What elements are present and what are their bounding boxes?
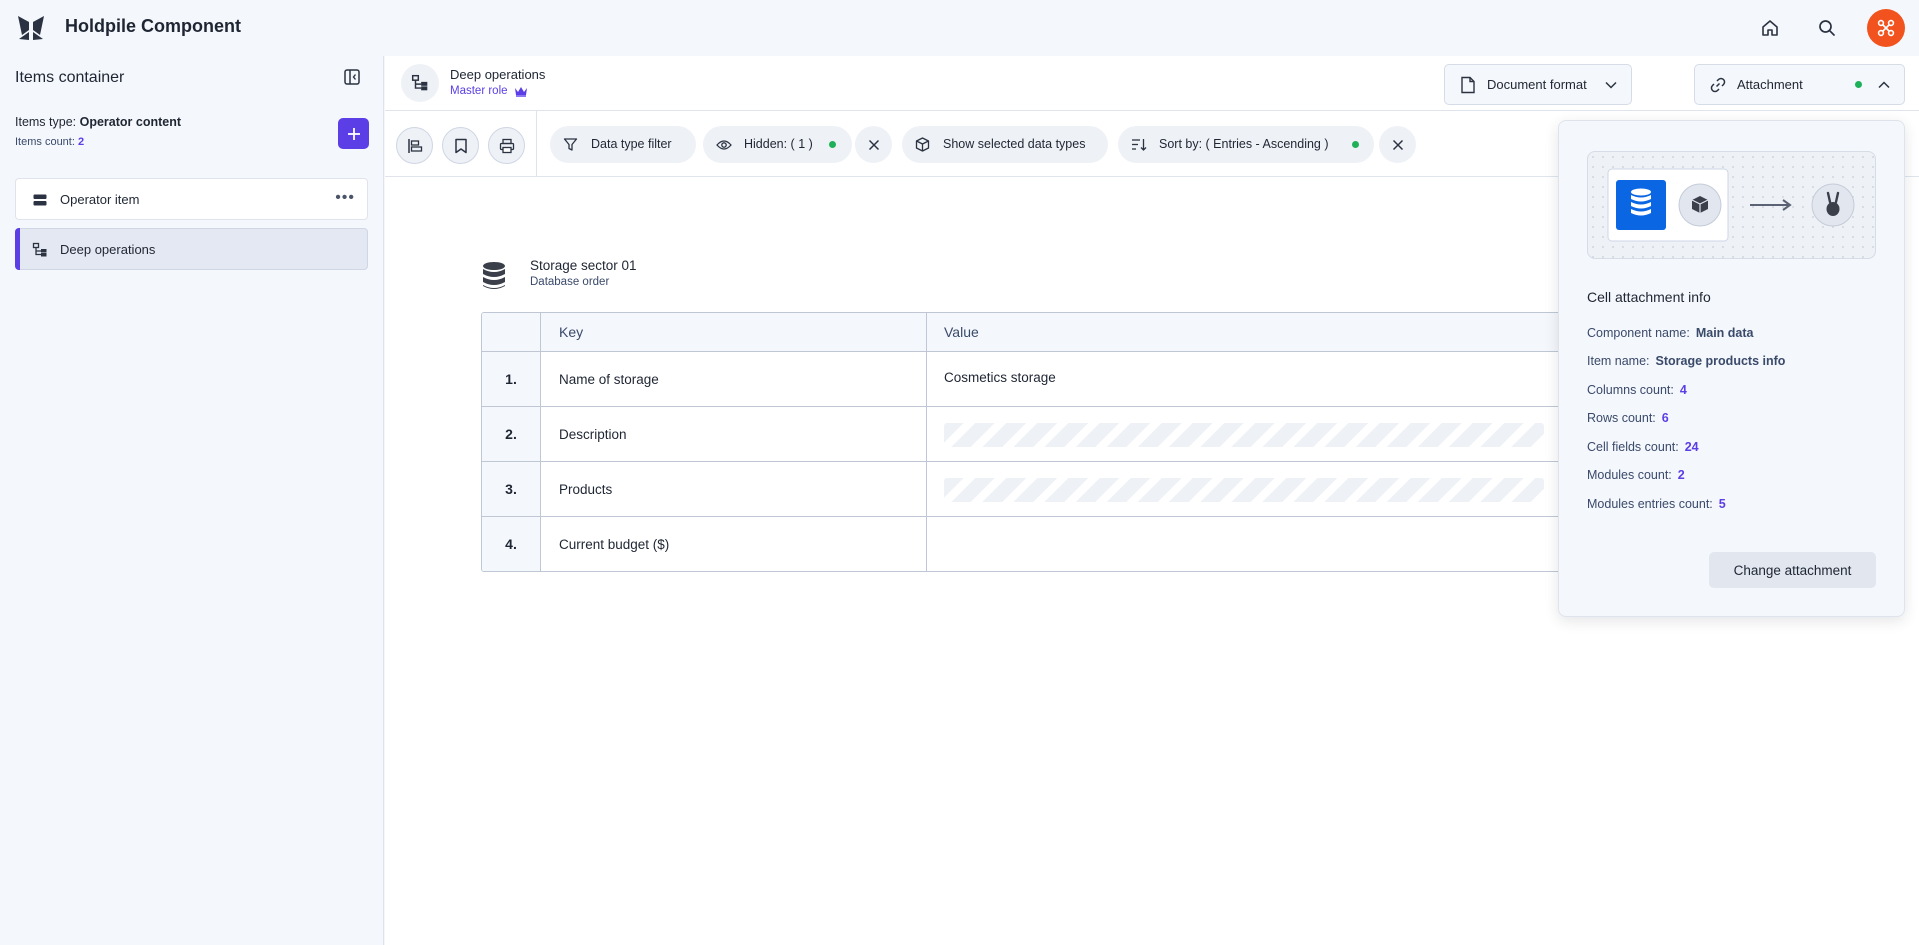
component-name-value: Main data (1695, 326, 1754, 340)
sidebar-title: Items container (15, 69, 125, 86)
sidebar-item-operator-item[interactable]: Operator item ••• (15, 178, 368, 220)
modules-count-value: 2 (1677, 468, 1685, 482)
top-bar: Holdpile Component (0, 0, 1919, 56)
chevron-up-icon (1876, 77, 1892, 93)
sort-by-chip[interactable]: Sort by: ( Entries - Ascending ) (1118, 126, 1374, 163)
row-index: 1. (505, 371, 517, 387)
butterfly-logo-icon[interactable] (16, 13, 46, 43)
item-name-row: Item name: Storage products info (1587, 354, 1786, 368)
items-type-value: Operator content (79, 115, 182, 129)
align-button[interactable] (396, 127, 433, 164)
filter-icon (562, 136, 579, 153)
print-button[interactable] (488, 127, 525, 164)
status-dot (829, 141, 836, 148)
attachment-popover: Cell attachment info Component name: Main… (1558, 120, 1905, 617)
sidebar-item-label: Deep operations (60, 242, 156, 257)
popover-title: Cell attachment info (1587, 289, 1711, 305)
hidden-items-chip[interactable]: Hidden: ( 1 ) (703, 126, 852, 163)
component-name-row: Component name: Main data (1587, 326, 1754, 340)
hierarchy-icon (31, 241, 49, 259)
plus-icon (347, 127, 360, 140)
hierarchy-icon (401, 64, 439, 102)
cube-icon (914, 136, 931, 153)
crown-icon (514, 86, 527, 97)
more-options-icon[interactable]: ••• (335, 189, 355, 207)
storage-subtitle: Database order (530, 276, 610, 288)
modules-entries-count-value: 5 (1718, 497, 1726, 511)
collapse-sidebar-icon[interactable] (340, 65, 364, 89)
attachment-diagram (1587, 151, 1876, 259)
row-key: Description (559, 427, 627, 442)
document-format-select[interactable]: Document format (1444, 64, 1632, 105)
items-type: Items type: Operator content (15, 115, 182, 129)
modules-count-row: Modules count: 2 (1587, 468, 1685, 482)
column-divider (540, 313, 541, 571)
active-indicator (15, 228, 20, 270)
sidebar-item-deep-operations[interactable]: Deep operations (15, 228, 368, 270)
home-icon[interactable] (1754, 12, 1786, 44)
show-selected-data-types-chip[interactable]: Show selected data types (902, 126, 1108, 163)
row-key: Name of storage (559, 372, 659, 387)
loading-placeholder (944, 478, 1544, 502)
database-icon (483, 262, 505, 289)
cell-fields-count-row: Cell fields count: 24 (1587, 440, 1699, 454)
close-icon (868, 139, 879, 150)
status-dot (1855, 81, 1862, 88)
item-name-value: Storage products info (1655, 354, 1786, 368)
rows-count-value: 6 (1661, 411, 1669, 425)
app-title: Holdpile Component (65, 16, 241, 36)
align-left-icon (407, 138, 422, 153)
document-icon (1458, 75, 1478, 95)
clear-sort-button[interactable] (1379, 126, 1416, 163)
page-title: Deep operations (450, 67, 546, 82)
chevron-down-icon (1603, 77, 1619, 93)
column-header-key: Key (559, 324, 584, 340)
breadcrumb: Deep operations Master role Document for… (385, 56, 1919, 111)
bookmark-button[interactable] (442, 127, 479, 164)
status-dot (1352, 141, 1359, 148)
columns-count-row: Columns count: 4 (1587, 383, 1687, 397)
print-icon (499, 138, 514, 153)
storage-title: Storage sector 01 (530, 258, 637, 273)
add-item-button[interactable] (338, 118, 369, 149)
close-icon (1392, 139, 1403, 150)
columns-count-value: 4 (1679, 383, 1687, 397)
items-count: Items count: 2 (15, 136, 85, 148)
rows-count-row: Rows count: 6 (1587, 411, 1669, 425)
modules-entries-count-row: Modules entries count: 5 (1587, 497, 1726, 511)
row-index: 2. (505, 426, 517, 442)
bookmark-icon (454, 138, 467, 153)
attachment-select[interactable]: Attachment (1694, 64, 1905, 105)
clear-hidden-button[interactable] (855, 126, 892, 163)
items-count-value: 2 (77, 136, 85, 148)
toolbar-divider (536, 111, 537, 177)
row-key: Products (559, 482, 613, 497)
server-icon (31, 191, 49, 209)
command-icon (1877, 19, 1895, 37)
eye-icon (715, 136, 732, 153)
row-index: 4. (505, 536, 517, 552)
row-index: 3. (505, 481, 517, 497)
link-icon (1708, 75, 1728, 95)
sort-icon (1130, 136, 1147, 153)
role-label: Master role (450, 85, 528, 97)
change-attachment-button[interactable]: Change attachment (1709, 552, 1876, 588)
sidebar: Items container Items type: Operator con… (0, 56, 384, 945)
column-divider (926, 313, 927, 571)
row-value[interactable]: Cosmetics storage (944, 370, 1056, 385)
user-avatar[interactable] (1867, 9, 1905, 47)
sidebar-item-label: Operator item (60, 192, 140, 207)
search-icon[interactable] (1811, 12, 1843, 44)
column-header-value: Value (944, 324, 979, 340)
loading-placeholder (944, 423, 1544, 447)
data-type-filter-chip[interactable]: Data type filter (550, 126, 696, 163)
row-key: Current budget ($) (559, 537, 670, 552)
cell-fields-count-value: 24 (1684, 440, 1699, 454)
